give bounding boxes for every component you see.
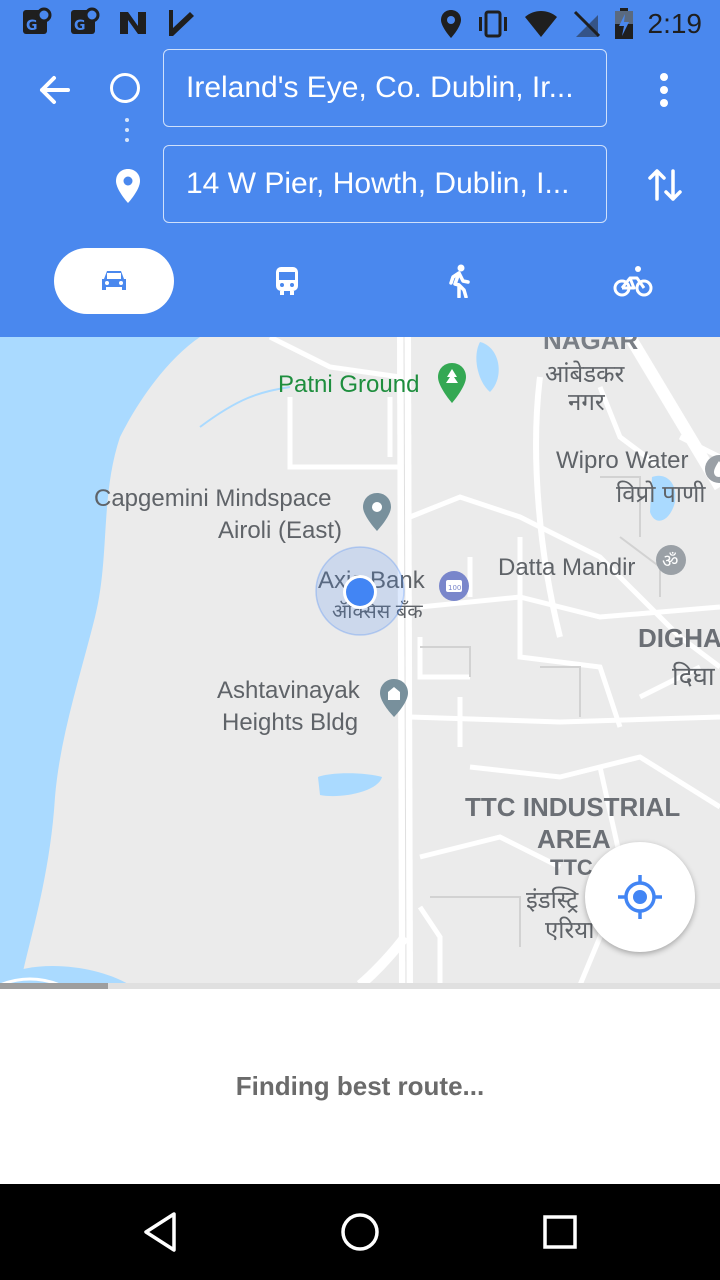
origin-input[interactable]: Ireland's Eye, Co. Dublin, Ir...	[163, 49, 607, 127]
finding-route-text: Finding best route...	[235, 1071, 485, 1101]
svg-text:ॐ: ॐ	[662, 551, 678, 572]
park-pin-icon[interactable]	[436, 362, 468, 404]
recents-nav-icon[interactable]	[536, 1208, 584, 1256]
wifi-icon	[524, 11, 557, 37]
map-label-capgemini-2: Airoli (East)	[218, 517, 343, 544]
map-label-nagar: NAGAR	[543, 337, 639, 355]
bank-icon[interactable]: 100	[438, 570, 470, 602]
building-pin-icon[interactable]	[378, 678, 410, 718]
svg-text:100: 100	[448, 584, 461, 592]
no-sim-icon	[573, 10, 600, 38]
current-location-marker	[315, 546, 405, 636]
status-bar: G G 2:19	[0, 0, 720, 48]
vibrate-icon	[478, 10, 507, 38]
route-dots	[125, 118, 129, 148]
map-label-ttc-1: TTC INDUSTRIAL	[465, 792, 681, 822]
map-label-wipro-hi: विप्रो पाणी	[616, 481, 706, 508]
n-notification-icon	[120, 12, 146, 34]
walking-icon	[449, 264, 470, 298]
tab-walking[interactable]	[400, 248, 520, 314]
location-icon	[440, 10, 461, 38]
map-label-ttc-hi-2: इंडस्ट्रि	[526, 887, 579, 914]
car-icon	[102, 271, 126, 290]
crosshair-icon	[618, 875, 662, 919]
home-nav-icon[interactable]	[336, 1208, 384, 1256]
place-pin-icon[interactable]	[362, 492, 392, 532]
destination-pin-icon	[116, 169, 140, 203]
cycling-icon	[613, 266, 653, 297]
check-notification-icon	[169, 10, 194, 36]
map-label-datta-mandir: Datta Mandir	[498, 554, 636, 581]
tab-cycling[interactable]	[573, 248, 693, 314]
maps-notification-icon: G	[71, 7, 100, 34]
map-label-ttc-hi-1: TTC	[550, 855, 593, 880]
map-label-digha-hi: दिघा	[672, 661, 715, 691]
directions-header: Ireland's Eye, Co. Dublin, Ir... 14 W Pi…	[0, 48, 720, 337]
back-arrow-icon[interactable]	[28, 70, 84, 110]
tab-driving[interactable]	[54, 248, 174, 314]
travel-mode-tabs	[0, 248, 720, 314]
clock: 2:19	[647, 8, 703, 39]
navigation-bar	[0, 1184, 720, 1280]
map-label-patni-ground: Patni Ground	[278, 371, 420, 398]
svg-text:G: G	[74, 18, 86, 34]
temple-icon[interactable]: ॐ	[655, 544, 687, 576]
maps-notification-icon: G	[23, 7, 52, 34]
swap-icon[interactable]	[645, 163, 685, 207]
map-label-wipro: Wipro Water	[556, 447, 689, 474]
progress-track	[0, 983, 720, 989]
route-sheet: Finding best route...	[0, 983, 720, 1184]
map-label-ttc-2: AREA	[537, 824, 611, 854]
map-label-ashtavinayak-2: Heights Bldg	[222, 709, 359, 736]
destination-input[interactable]: 14 W Pier, Howth, Dublin, I...	[163, 145, 607, 223]
battery-charging-icon	[614, 8, 633, 39]
more-options-icon[interactable]	[652, 70, 676, 110]
transit-icon	[276, 267, 298, 295]
my-location-button[interactable]	[585, 842, 695, 952]
map-label-nagar-hi-2: नगर	[568, 389, 605, 416]
map-label-ttc-hi-3: एरिया	[545, 917, 595, 944]
map-label-digha: DIGHA	[638, 623, 720, 653]
back-nav-icon[interactable]	[136, 1208, 184, 1256]
svg-text:G: G	[26, 18, 38, 34]
map-label-capgemini-1: Capgemini Mindspace	[94, 485, 332, 512]
progress-bar	[0, 983, 108, 989]
tab-transit[interactable]	[227, 248, 347, 314]
map-label-ashtavinayak-1: Ashtavinayak	[217, 677, 360, 704]
origin-circle-icon	[110, 73, 140, 103]
